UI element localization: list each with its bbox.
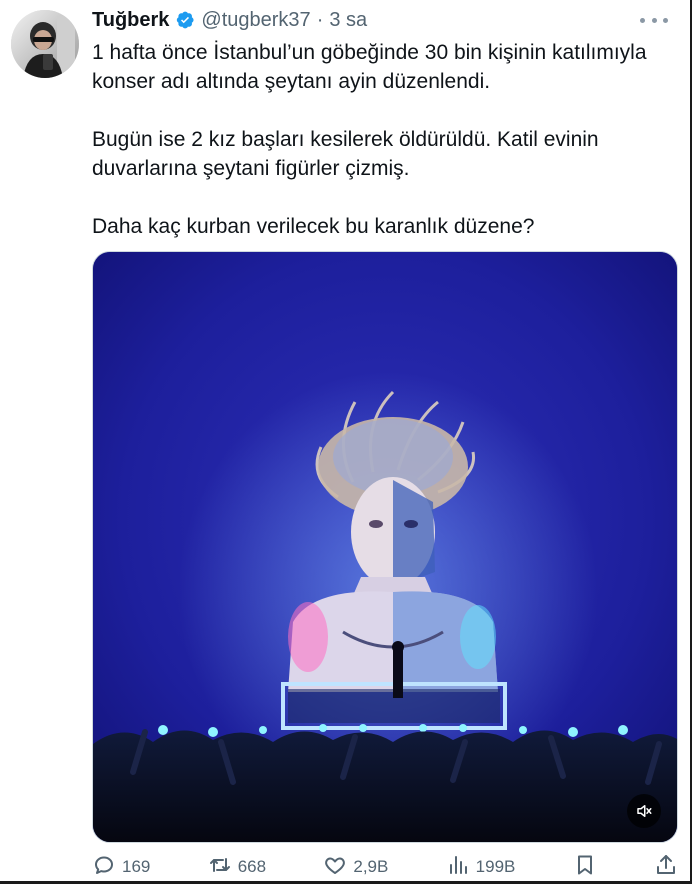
repost-count: 668 xyxy=(237,857,267,876)
views-button[interactable]: 199B xyxy=(446,852,516,882)
views-count: 199B xyxy=(475,857,516,876)
tweet-paragraph: 1 hafta önce İstanbul’un göbeğinde 30 bi… xyxy=(92,41,647,93)
reply-count: 169 xyxy=(122,857,151,876)
tweet-card[interactable]: Tuğberk @tugberk37 · 3 sa 1 hafta önce İ… xyxy=(0,0,692,884)
tweet-text: 1 hafta önce İstanbul’un göbeğinde 30 bi… xyxy=(92,38,662,241)
tweet-video[interactable] xyxy=(92,251,678,843)
like-count: 2,9B xyxy=(353,857,389,876)
tweet-header: Tuğberk @tugberk37 · 3 sa xyxy=(92,6,367,34)
repost-button[interactable]: 668 xyxy=(208,852,266,882)
author-handle[interactable]: @tugberk37 xyxy=(201,9,310,32)
like-icon xyxy=(323,853,347,882)
share-button[interactable] xyxy=(654,852,678,882)
more-icon[interactable] xyxy=(640,10,668,30)
repost-icon xyxy=(208,853,232,882)
bookmark-button[interactable] xyxy=(573,852,597,882)
reply-button[interactable]: 169 xyxy=(92,852,150,882)
verified-badge-icon xyxy=(175,10,195,30)
tweet-paragraph: Daha kaç kurban verilecek bu karanlık dü… xyxy=(92,215,535,238)
mute-icon[interactable] xyxy=(627,794,661,828)
reply-icon xyxy=(92,853,116,882)
bookmark-icon xyxy=(573,853,597,882)
tweet-timestamp[interactable]: 3 sa xyxy=(329,9,367,32)
share-icon xyxy=(654,853,678,882)
video-frame xyxy=(93,252,677,842)
like-button[interactable]: 2,9B xyxy=(323,852,388,882)
avatar[interactable] xyxy=(11,10,79,78)
separator-dot: · xyxy=(316,8,324,31)
action-bar: 169 668 2,9B 199B xyxy=(92,852,678,882)
display-name[interactable]: Tuğberk xyxy=(92,9,169,32)
views-icon xyxy=(446,853,470,882)
avatar-image xyxy=(11,10,79,78)
tweet-paragraph: Bugün ise 2 kız başları kesilerek öldürü… xyxy=(92,128,599,180)
